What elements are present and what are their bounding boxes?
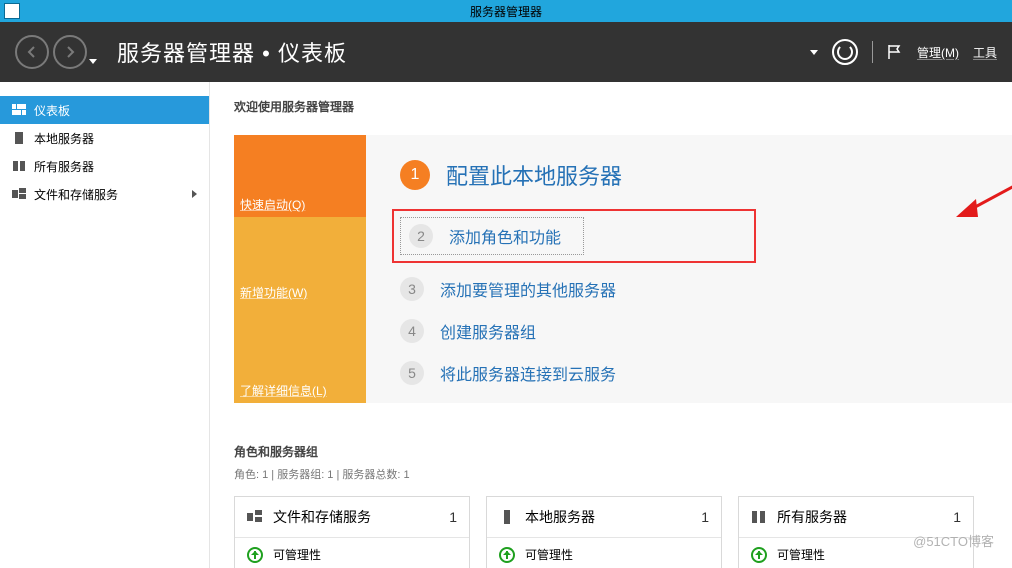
card-local[interactable]: 本地服务器 1 可管理性: [486, 496, 722, 568]
tile-label: 了解详细信息(L): [240, 382, 327, 399]
sidebar-item-label: 所有服务器: [34, 158, 94, 175]
roles-title: 角色和服务器组: [234, 443, 1012, 460]
step-text: 创建服务器组: [440, 319, 536, 343]
sidebar-item-label: 本地服务器: [34, 130, 94, 147]
cards-row: 文件和存储服务 1 可管理性 本地服务器 1 可管理性: [234, 496, 1012, 568]
menu-manage[interactable]: 管理(M): [917, 44, 959, 61]
left-tiles: 快速启动(Q) 新增功能(W) 了解详细信息(L): [234, 135, 366, 403]
step-4[interactable]: 4 创建服务器组: [400, 319, 982, 343]
welcome-title: 欢迎使用服务器管理器: [234, 98, 1012, 115]
sidebar-item-local[interactable]: 本地服务器: [0, 124, 209, 152]
step-number: 4: [400, 319, 424, 343]
card-title: 所有服务器: [777, 507, 943, 527]
storage-icon: [12, 188, 26, 200]
card-title: 本地服务器: [525, 507, 691, 527]
card-count: 1: [449, 509, 457, 525]
window-title: 服务器管理器: [470, 3, 542, 20]
toolbar: 服务器管理器 • 仪表板 管理(M) 工具: [0, 22, 1012, 82]
card-title: 文件和存储服务: [273, 507, 439, 527]
tile-label: 快速启动(Q): [240, 196, 305, 213]
breadcrumb-app: 服务器管理器: [117, 41, 255, 66]
chevron-down-icon[interactable]: [810, 50, 818, 55]
forward-button[interactable]: [53, 35, 87, 69]
step-1[interactable]: 1 配置此本地服务器: [400, 159, 982, 191]
sidebar-item-label: 文件和存储服务: [34, 186, 118, 203]
tile-whatsnew[interactable]: 新增功能(W): [234, 217, 366, 305]
sidebar: 仪表板 本地服务器 所有服务器 文件和存储服务: [0, 82, 210, 568]
dashboard-icon: [12, 104, 26, 116]
sidebar-item-storage[interactable]: 文件和存储服务: [0, 180, 209, 208]
card-row-label: 可管理性: [525, 546, 573, 563]
storage-icon: [247, 510, 263, 524]
servers-icon: [12, 160, 26, 172]
server-icon: [499, 510, 515, 524]
highlight-frame: 2 添加角色和功能: [392, 209, 756, 263]
step-text: 添加要管理的其他服务器: [440, 277, 616, 301]
step-text: 添加角色和功能: [449, 224, 561, 248]
breadcrumb-sep: •: [262, 41, 278, 66]
roles-subtitle: 角色: 1 | 服务器组: 1 | 服务器总数: 1: [234, 466, 1012, 482]
step-3[interactable]: 3 添加要管理的其他服务器: [400, 277, 982, 301]
tile-label: 新增功能(W): [240, 284, 307, 301]
step-number: 1: [400, 160, 430, 190]
breadcrumb-page: 仪表板: [278, 41, 347, 66]
card-row-label: 可管理性: [777, 546, 825, 563]
step-text: 配置此本地服务器: [446, 159, 622, 191]
content-area: 欢迎使用服务器管理器 快速启动(Q) 新增功能(W) 了解详细信息(L) 1 配…: [210, 82, 1012, 568]
sidebar-item-all[interactable]: 所有服务器: [0, 152, 209, 180]
refresh-button[interactable]: [832, 39, 858, 65]
step-number: 3: [400, 277, 424, 301]
status-up-icon: [751, 547, 767, 563]
menu-tools[interactable]: 工具: [973, 44, 997, 61]
card-count: 1: [953, 509, 961, 525]
card-storage[interactable]: 文件和存储服务 1 可管理性: [234, 496, 470, 568]
step-5[interactable]: 5 将此服务器连接到云服务: [400, 361, 982, 385]
tile-learnmore[interactable]: 了解详细信息(L): [234, 305, 366, 403]
tile-quickstart[interactable]: 快速启动(Q): [234, 135, 366, 217]
step-number: 2: [409, 224, 433, 248]
status-up-icon: [247, 547, 263, 563]
flag-icon[interactable]: [887, 44, 903, 60]
steps-area: 1 配置此本地服务器 2 添加角色和功能 3 添加要管理的其他服务器 4 创建服…: [366, 135, 1012, 403]
app-icon: [4, 3, 20, 19]
step-number: 5: [400, 361, 424, 385]
server-icon: [12, 132, 26, 144]
header-tools: 管理(M) 工具: [810, 39, 997, 65]
sidebar-item-label: 仪表板: [34, 102, 70, 119]
sidebar-item-dashboard[interactable]: 仪表板: [0, 96, 209, 124]
watermark: @51CTO博客: [913, 531, 994, 550]
servers-icon: [751, 510, 767, 524]
step-2[interactable]: 2 添加角色和功能: [400, 217, 584, 255]
step-text: 将此服务器连接到云服务: [440, 361, 616, 385]
title-bar: 服务器管理器: [0, 0, 1012, 22]
nav-dropdown-icon[interactable]: [89, 59, 97, 64]
separator: [872, 41, 873, 63]
card-count: 1: [701, 509, 709, 525]
card-row-label: 可管理性: [273, 546, 321, 563]
status-up-icon: [499, 547, 515, 563]
breadcrumb: 服务器管理器 • 仪表板: [117, 36, 347, 68]
back-button[interactable]: [15, 35, 49, 69]
chevron-right-icon: [192, 190, 197, 198]
